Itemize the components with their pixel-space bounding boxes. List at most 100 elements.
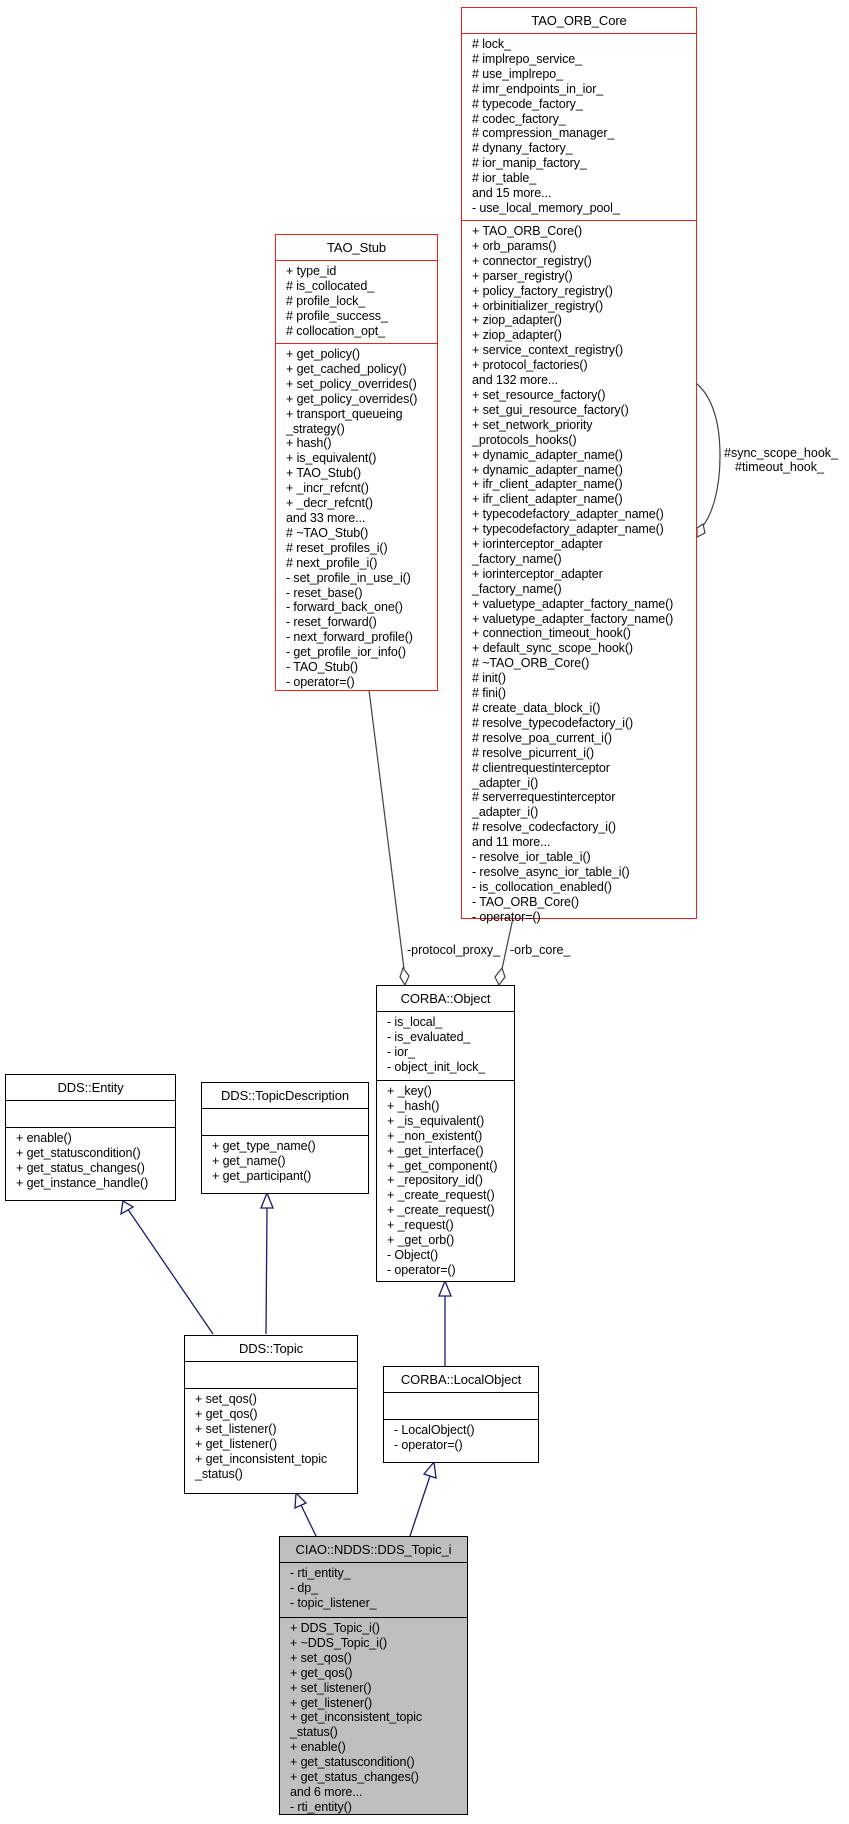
method-row: _status()	[195, 1466, 243, 1481]
method-row: + set_qos()	[195, 1392, 257, 1406]
method-row: + set_policy_overrides()	[286, 376, 417, 391]
class-methods: + TAO_ORB_Core() + orb_params() + connecto…	[462, 220, 696, 927]
class-title: CIAO::NDDS::DDS_Topic_i	[295, 1542, 452, 1557]
method-row: + service_context_registry()	[472, 343, 624, 358]
class-attributes: - rti_entity_ - dp_ - topic_listener_	[280, 1562, 467, 1617]
method-row: + dynamic_adapter_name()	[472, 462, 623, 477]
inheritance-arrowhead-object	[438, 1279, 452, 1297]
attribute-row: - object_init_lock_	[387, 1059, 486, 1074]
method-row: + dynamic_adapter_name()	[472, 447, 623, 462]
inheritance-arrowhead-localobject	[422, 1460, 437, 1479]
class-ciao-dds-topic-i[interactable]: CIAO::NDDS::DDS_Topic_i - rti_entity_ - d…	[279, 1536, 468, 1815]
class-tao-orb-core[interactable]: TAO_ORB_Core # lock_ # implrepo_service_ #…	[461, 7, 697, 924]
class-title: DDS::Entity	[57, 1080, 124, 1095]
method-row: + get_policy()	[286, 347, 360, 361]
method-row: + _create_request()	[387, 1188, 495, 1203]
class-dds-entity[interactable]: DDS::Entity + enable() + get_statuscondit…	[5, 1074, 176, 1201]
attribute-row: # use_implrepo_	[472, 66, 563, 81]
inheritance-arrowhead-entity	[120, 1199, 135, 1216]
class-corba-object[interactable]: CORBA::Object - is_local_ - is_evaluated_…	[376, 985, 515, 1282]
method-row: + transport_queueing	[286, 406, 403, 421]
class-tao-stub[interactable]: TAO_Stub + type_id # is_collocated_ # prof…	[275, 234, 438, 691]
attribute-row: # implrepo_service_	[472, 51, 582, 66]
attribute-row: # profile_success_	[286, 308, 388, 323]
attribute-row: # compression_manager_	[472, 126, 615, 141]
method-row: + ifr_client_adapter_name()	[472, 492, 623, 507]
method-row: + _repository_id()	[387, 1173, 483, 1188]
attribute-row: # collocation_opt_	[286, 323, 385, 338]
method-row: + protocol_factories()	[472, 358, 588, 373]
attribute-row: - rti_entity_	[290, 1566, 351, 1580]
label-timeout-hook: #timeout_hook_	[735, 460, 824, 474]
method-row: + _get_component()	[387, 1158, 498, 1173]
class-corba-local-object[interactable]: CORBA::LocalObject - LocalObject() - oper…	[383, 1366, 539, 1463]
method-row: - operator=()	[286, 674, 355, 689]
method-row: # resolve_codecfactory_i()	[472, 820, 616, 835]
method-row: + set_resource_factory()	[472, 387, 606, 402]
class-dds-topic[interactable]: DDS::Topic + set_qos() + get_qos() + set_l…	[184, 1335, 358, 1494]
class-attributes: + type_id # is_collocated_ # profile_lock_…	[276, 260, 437, 343]
method-row: + set_network_priority	[472, 417, 593, 432]
class-attributes	[6, 1100, 175, 1127]
method-row: + get_qos()	[195, 1406, 258, 1421]
class-methods: + DDS_Topic_i() + ~DDS_Topic_i() + set_qos…	[280, 1617, 467, 1817]
method-row: + enable()	[290, 1740, 346, 1755]
class-methods: + set_qos() + get_qos() + set_listener() + …	[185, 1388, 357, 1483]
class-attributes: - is_local_ - is_evaluated_ - ior_ - object…	[377, 1011, 514, 1080]
inheritance-arrowhead-topic	[294, 1491, 308, 1510]
method-row: + _get_orb()	[387, 1233, 455, 1248]
class-methods: + _key() + _hash() + _is_equivalent() + _no…	[377, 1080, 514, 1280]
method-row: + connection_timeout_hook()	[472, 626, 631, 641]
method-row: + get_inconsistent_topic	[290, 1710, 423, 1725]
method-row: + _incr_refcnt()	[286, 481, 369, 496]
method-row: # serverrequestinterceptor	[472, 790, 616, 805]
method-row: + typecodefactory_adapter_name()	[472, 507, 664, 522]
aggregation-diamond-stub	[399, 966, 410, 987]
attribute-row: # codec_factory_	[472, 111, 566, 126]
class-methods: - LocalObject() - operator=()	[384, 1419, 538, 1455]
method-row: # resolve_poa_current_i()	[472, 730, 612, 745]
method-row: + get_type_name()	[212, 1139, 316, 1153]
class-dds-topic-description[interactable]: DDS::TopicDescription + get_type_name() +…	[201, 1082, 369, 1194]
method-row: _status()	[290, 1725, 338, 1740]
method-row: # clientrequestinterceptor	[472, 760, 610, 775]
attribute-row: - is_local_	[387, 1015, 443, 1029]
method-row: + _non_existent()	[387, 1128, 483, 1143]
method-row: # create_data_block_i()	[472, 701, 601, 715]
method-row: - operator=()	[472, 909, 541, 924]
method-row: + get_inconsistent_topic	[195, 1451, 328, 1466]
method-row: - rti_entity()	[290, 1799, 352, 1814]
method-row: - operator=()	[387, 1262, 456, 1277]
class-title: DDS::Topic	[238, 1341, 304, 1356]
class-attributes	[202, 1108, 368, 1135]
method-row: + get_listener()	[195, 1436, 278, 1451]
label-sync-scope-hook: #sync_scope_hook_	[724, 446, 838, 460]
method-row: - next_forward_profile()	[286, 630, 413, 645]
attribute-row: - dp_	[290, 1580, 318, 1595]
method-row: + set_gui_resource_factory()	[472, 402, 629, 417]
attribute-row: # imr_endpoints_in_ior_	[472, 81, 604, 96]
attribute-row: - is_evaluated_	[387, 1029, 471, 1044]
method-row: # resolve_typecodefactory_i()	[472, 715, 634, 730]
method-row: + _key()	[387, 1084, 432, 1098]
method-row: + _hash()	[387, 1098, 440, 1113]
method-row: + ifr_client_adapter_name()	[472, 477, 623, 492]
class-title: CORBA::LocalObject	[400, 1372, 522, 1387]
attribute-row: # lock_	[472, 37, 511, 51]
method-row: - resolve_async_ior_table_i()	[472, 864, 630, 879]
attribute-row: # dynany_factory_	[472, 141, 573, 156]
method-row: + policy_factory_registry()	[472, 283, 613, 298]
method-row: + hash()	[286, 436, 332, 451]
class-attributes: # lock_ # implrepo_service_ # use_implrepo…	[462, 33, 696, 220]
method-row: + ~DDS_Topic_i()	[290, 1635, 388, 1650]
class-title: TAO_Stub	[327, 240, 386, 255]
method-row: _factory_name()	[472, 581, 562, 596]
method-row: + TAO_ORB_Core()	[472, 224, 583, 238]
method-row: + ziop_adapter()	[472, 328, 562, 343]
method-row: - forward_back_one()	[286, 600, 403, 615]
method-row: and 6 more...	[290, 1784, 363, 1799]
method-row: + _get_interface()	[387, 1143, 484, 1158]
method-row: + valuetype_adapter_factory_name()	[472, 611, 674, 626]
method-row: + get_policy_overrides()	[286, 391, 418, 406]
attribute-row: and 15 more...	[472, 186, 552, 201]
